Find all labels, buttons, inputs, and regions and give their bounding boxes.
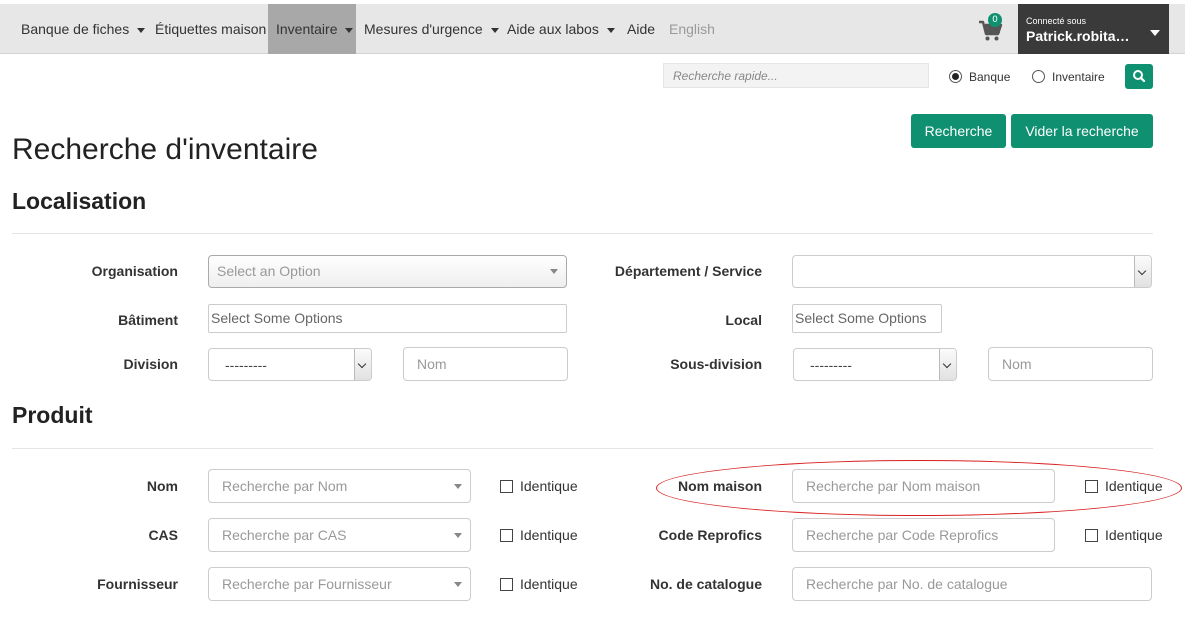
radio-inventaire[interactable] bbox=[1032, 70, 1045, 83]
radio-banque-label: Banque bbox=[969, 70, 1011, 84]
nav-aide-aux-labos[interactable]: Aide aux labos bbox=[507, 4, 615, 54]
user-menu[interactable]: Connecté sous Patrick.robita… bbox=[1018, 4, 1169, 54]
no-catalogue-label: No. de catalogue bbox=[649, 576, 762, 592]
cas-search-select[interactable]: Recherche par CAS bbox=[208, 518, 471, 552]
fournisseur-search-select[interactable]: Recherche par Fournisseur bbox=[208, 567, 471, 601]
nav-aide[interactable]: Aide bbox=[627, 4, 655, 54]
sous-division-select[interactable]: --------- bbox=[793, 348, 957, 381]
nom-maison-label: Nom maison bbox=[677, 478, 762, 494]
sous-division-label: Sous-division bbox=[670, 356, 762, 372]
divider bbox=[12, 233, 1153, 234]
code-reprofics-identique-checkbox[interactable] bbox=[1085, 529, 1098, 542]
identique-label: Identique bbox=[1105, 527, 1163, 543]
fournisseur-label: Fournisseur bbox=[97, 576, 178, 592]
nav-etiquettes-maison[interactable]: Étiquettes maison bbox=[155, 4, 266, 54]
organisation-select[interactable]: Select an Option bbox=[208, 255, 567, 288]
recherche-button[interactable]: Recherche bbox=[911, 114, 1006, 148]
cas-label: CAS bbox=[148, 527, 178, 543]
nom-identique-checkbox[interactable] bbox=[500, 480, 513, 493]
batiment-label: Bâtiment bbox=[118, 312, 178, 328]
identique-label: Identique bbox=[520, 527, 578, 543]
no-catalogue-input[interactable]: Recherche par No. de catalogue bbox=[792, 567, 1152, 601]
nom-maison-identique-checkbox[interactable] bbox=[1085, 480, 1098, 493]
local-label: Local bbox=[725, 312, 762, 328]
vider-recherche-button[interactable]: Vider la recherche bbox=[1011, 114, 1153, 148]
departement-select[interactable] bbox=[792, 255, 1152, 288]
code-reprofics-input[interactable]: Recherche par Code Reprofics bbox=[792, 518, 1055, 552]
caret-down-icon bbox=[1150, 30, 1160, 36]
radio-banque[interactable] bbox=[949, 70, 962, 83]
local-multiselect[interactable]: Select Some Options bbox=[792, 304, 942, 333]
batiment-multiselect[interactable]: Select Some Options bbox=[208, 304, 567, 333]
section-title-produit: Produit bbox=[12, 402, 93, 428]
user-name: Patrick.robita… bbox=[1026, 28, 1130, 44]
connected-label: Connecté sous bbox=[1026, 16, 1087, 26]
division-nom-input[interactable]: Nom bbox=[403, 347, 568, 381]
nav-english[interactable]: English bbox=[669, 4, 715, 54]
caret-down-icon bbox=[345, 27, 354, 33]
search-icon bbox=[1133, 70, 1146, 83]
identique-label: Identique bbox=[1105, 478, 1163, 494]
organisation-label: Organisation bbox=[91, 263, 178, 279]
caret-down-icon bbox=[137, 27, 146, 33]
caret-down-icon bbox=[454, 484, 462, 489]
nav-banque-de-fiches[interactable]: Banque de fiches bbox=[21, 4, 146, 54]
sous-division-nom-input[interactable]: Nom bbox=[988, 347, 1153, 381]
divider bbox=[12, 448, 1153, 449]
fournisseur-identique-checkbox[interactable] bbox=[500, 578, 513, 591]
caret-down-icon bbox=[454, 533, 462, 538]
code-reprofics-label: Code Reprofics bbox=[658, 527, 762, 543]
caret-down-icon bbox=[606, 27, 615, 33]
quick-search-button[interactable] bbox=[1125, 64, 1153, 89]
identique-label: Identique bbox=[520, 576, 578, 592]
division-label: Division bbox=[123, 356, 178, 372]
division-select[interactable]: --------- bbox=[208, 348, 372, 381]
nav-mesures-urgence[interactable]: Mesures d'urgence bbox=[364, 4, 499, 54]
page-title: Recherche d'inventaire bbox=[12, 133, 318, 166]
identique-label: Identique bbox=[520, 478, 578, 494]
departement-label: Département / Service bbox=[614, 263, 762, 279]
chevron-down-icon bbox=[1134, 256, 1151, 287]
chevron-down-icon bbox=[939, 349, 956, 380]
top-navbar: Banque de fiches Étiquettes maison Inven… bbox=[0, 4, 1185, 54]
nav-inventaire[interactable]: Inventaire bbox=[268, 4, 356, 54]
caret-down-icon bbox=[550, 269, 558, 274]
section-title-localisation: Localisation bbox=[12, 188, 147, 214]
cart-count-badge: 0 bbox=[988, 13, 1002, 27]
chevron-down-icon bbox=[354, 349, 371, 380]
nom-maison-input[interactable]: Recherche par Nom maison bbox=[792, 469, 1055, 503]
nom-search-select[interactable]: Recherche par Nom bbox=[208, 469, 471, 503]
nom-label: Nom bbox=[146, 478, 178, 494]
radio-inventaire-label: Inventaire bbox=[1052, 70, 1105, 84]
quick-search-input[interactable] bbox=[663, 63, 929, 88]
cas-identique-checkbox[interactable] bbox=[500, 529, 513, 542]
caret-down-icon bbox=[490, 27, 499, 33]
caret-down-icon bbox=[454, 582, 462, 587]
